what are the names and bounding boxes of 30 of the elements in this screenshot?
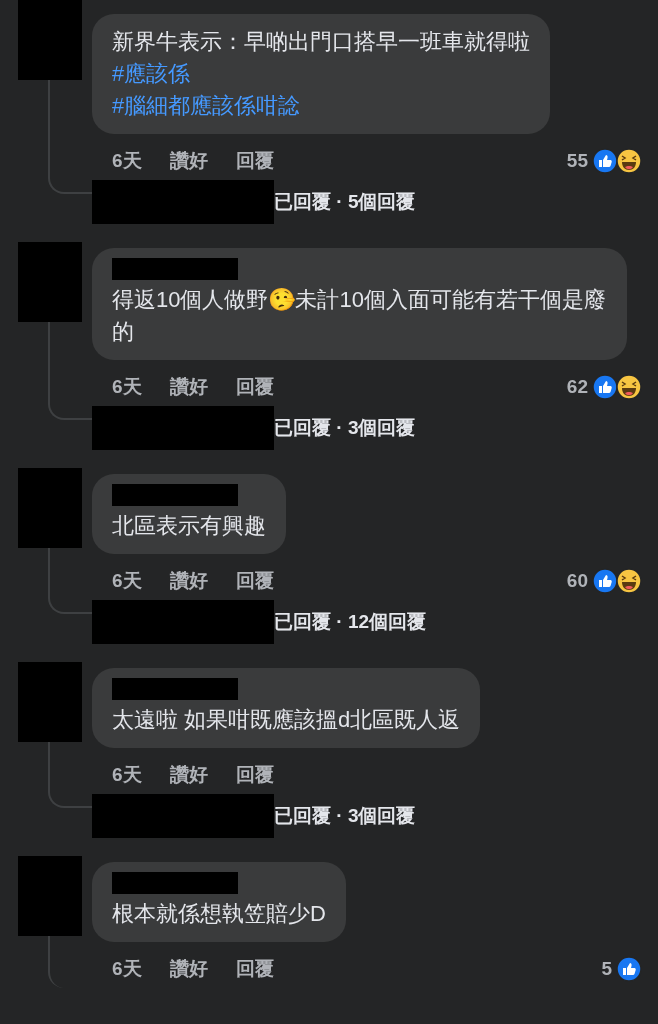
replies-link[interactable]: 已回覆 · 5個回覆 bbox=[274, 187, 416, 217]
like-link[interactable]: 讚好 bbox=[169, 566, 208, 596]
reply-link[interactable]: 回覆 bbox=[235, 372, 274, 402]
reply-link[interactable]: 回覆 bbox=[235, 566, 274, 596]
reaction-count: 55 bbox=[566, 148, 588, 173]
reply-link[interactable]: 回覆 bbox=[235, 146, 274, 176]
comment-text: 新界牛表示：早啲出門口搭早一班車就得啦 bbox=[112, 28, 530, 56]
replies-link[interactable]: 已回覆 · 12個回覆 bbox=[274, 607, 427, 637]
reply-link[interactable]: 回覆 bbox=[235, 760, 274, 790]
reply-link[interactable]: 回覆 bbox=[235, 954, 274, 984]
reaction-count: 60 bbox=[566, 568, 588, 593]
timestamp: 6天 bbox=[112, 568, 142, 593]
comment-text: 太遠啦 如果咁既應該搵d北區既人返 bbox=[112, 706, 461, 734]
comment-text: 北區表示有興趣 bbox=[112, 512, 266, 540]
replies-link[interactable]: 已回覆 · 3個回覆 bbox=[274, 801, 416, 831]
timestamp: 6天 bbox=[112, 148, 142, 173]
hashtag-link[interactable]: #應該係 bbox=[112, 58, 191, 90]
hashtag-link[interactable]: #腦細都應該係咁諗 bbox=[112, 90, 301, 122]
like-link[interactable]: 讚好 bbox=[169, 146, 208, 176]
timestamp: 6天 bbox=[112, 762, 142, 787]
reaction-count: 5 bbox=[601, 956, 612, 981]
comment-text: 得返10個人做野🤥未計10個入面可能有若干個是廢的 bbox=[112, 286, 607, 346]
timestamp: 6天 bbox=[112, 374, 142, 399]
like-link[interactable]: 讚好 bbox=[169, 372, 208, 402]
replies-link[interactable]: 已回覆 · 3個回覆 bbox=[274, 413, 416, 443]
like-link[interactable]: 讚好 bbox=[169, 760, 208, 790]
timestamp: 6天 bbox=[112, 956, 142, 981]
reaction-count: 62 bbox=[566, 374, 588, 399]
comment-text: 根本就係想執笠賠少D bbox=[112, 900, 326, 928]
like-link[interactable]: 讚好 bbox=[169, 954, 208, 984]
